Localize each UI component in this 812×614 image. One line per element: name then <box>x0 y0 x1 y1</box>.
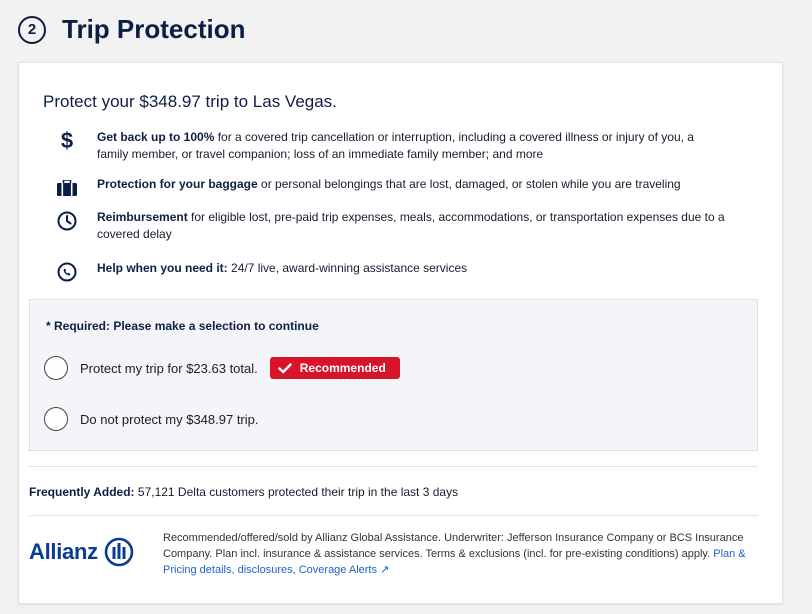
required-notice: * Required: Please make a selection to c… <box>46 319 319 333</box>
benefit-title: Get back up to 100% <box>97 130 215 144</box>
allianz-emblem-icon <box>104 537 134 567</box>
frequently-added-text: 57,121 Delta customers protected their t… <box>134 485 459 499</box>
benefit-text: Reimbursement for eligible lost, pre-pai… <box>97 209 727 243</box>
trip-protection-card: Protect your $348.97 trip to Las Vegas. … <box>18 62 783 604</box>
recommended-badge: Recommended <box>269 357 400 379</box>
benefit-text: Help when you need it: 24/7 live, award-… <box>97 260 727 284</box>
option-protect-trip[interactable]: Protect my trip for $23.63 total. Recomm… <box>44 356 400 380</box>
benefit-title: Help when you need it: <box>97 261 228 275</box>
option-decline-label[interactable]: Do not protect my $348.97 trip. <box>80 412 258 427</box>
selection-panel: * Required: Please make a selection to c… <box>29 299 758 451</box>
option-decline-protection[interactable]: Do not protect my $348.97 trip. <box>44 407 258 431</box>
benefit-reimbursement: Reimbursement for eligible lost, pre-pai… <box>55 209 727 243</box>
phone-icon <box>55 260 79 284</box>
frequently-added: Frequently Added: 57,121 Delta customers… <box>29 485 458 499</box>
suitcase-icon <box>55 176 79 200</box>
disclaimer-text: Recommended/offered/sold by Allianz Glob… <box>163 532 744 560</box>
step-number-badge: 2 <box>18 15 46 44</box>
section-header: 2 Trip Protection <box>18 14 245 45</box>
intro-text: Protect your $348.97 trip to Las Vegas. <box>43 92 337 111</box>
benefit-text: Protection for your baggage or personal … <box>97 176 727 200</box>
allianz-logo: Allianz <box>29 537 134 567</box>
benefit-refund: $ Get back up to 100% for a covered trip… <box>55 129 727 163</box>
recommended-label: Recommended <box>299 361 386 375</box>
divider <box>29 466 758 467</box>
benefit-baggage: Protection for your baggage or personal … <box>55 176 727 200</box>
dollar-icon: $ <box>60 128 74 153</box>
benefit-description: for eligible lost, pre-paid trip expense… <box>97 210 725 241</box>
benefit-assistance: Help when you need it: 24/7 live, award-… <box>55 260 727 284</box>
checkmark-icon <box>278 362 292 373</box>
benefit-title: Protection for your baggage <box>97 177 258 191</box>
radio-protect-trip[interactable] <box>44 356 68 380</box>
insurance-disclaimer: Recommended/offered/sold by Allianz Glob… <box>163 530 763 578</box>
section-title: Trip Protection <box>62 14 246 44</box>
divider <box>29 515 758 516</box>
frequently-added-label: Frequently Added: <box>29 485 135 499</box>
allianz-logo-text: Allianz <box>29 539 98 564</box>
radio-decline-protection[interactable] <box>44 407 68 431</box>
benefit-description: or personal belongings that are lost, da… <box>257 177 681 191</box>
benefit-text: Get back up to 100% for a covered trip c… <box>97 129 727 163</box>
benefit-title: Reimbursement <box>97 210 188 224</box>
benefit-description: 24/7 live, award-winning assistance serv… <box>227 261 468 275</box>
clock-icon <box>55 209 79 233</box>
option-protect-label[interactable]: Protect my trip for $23.63 total. <box>80 361 258 376</box>
